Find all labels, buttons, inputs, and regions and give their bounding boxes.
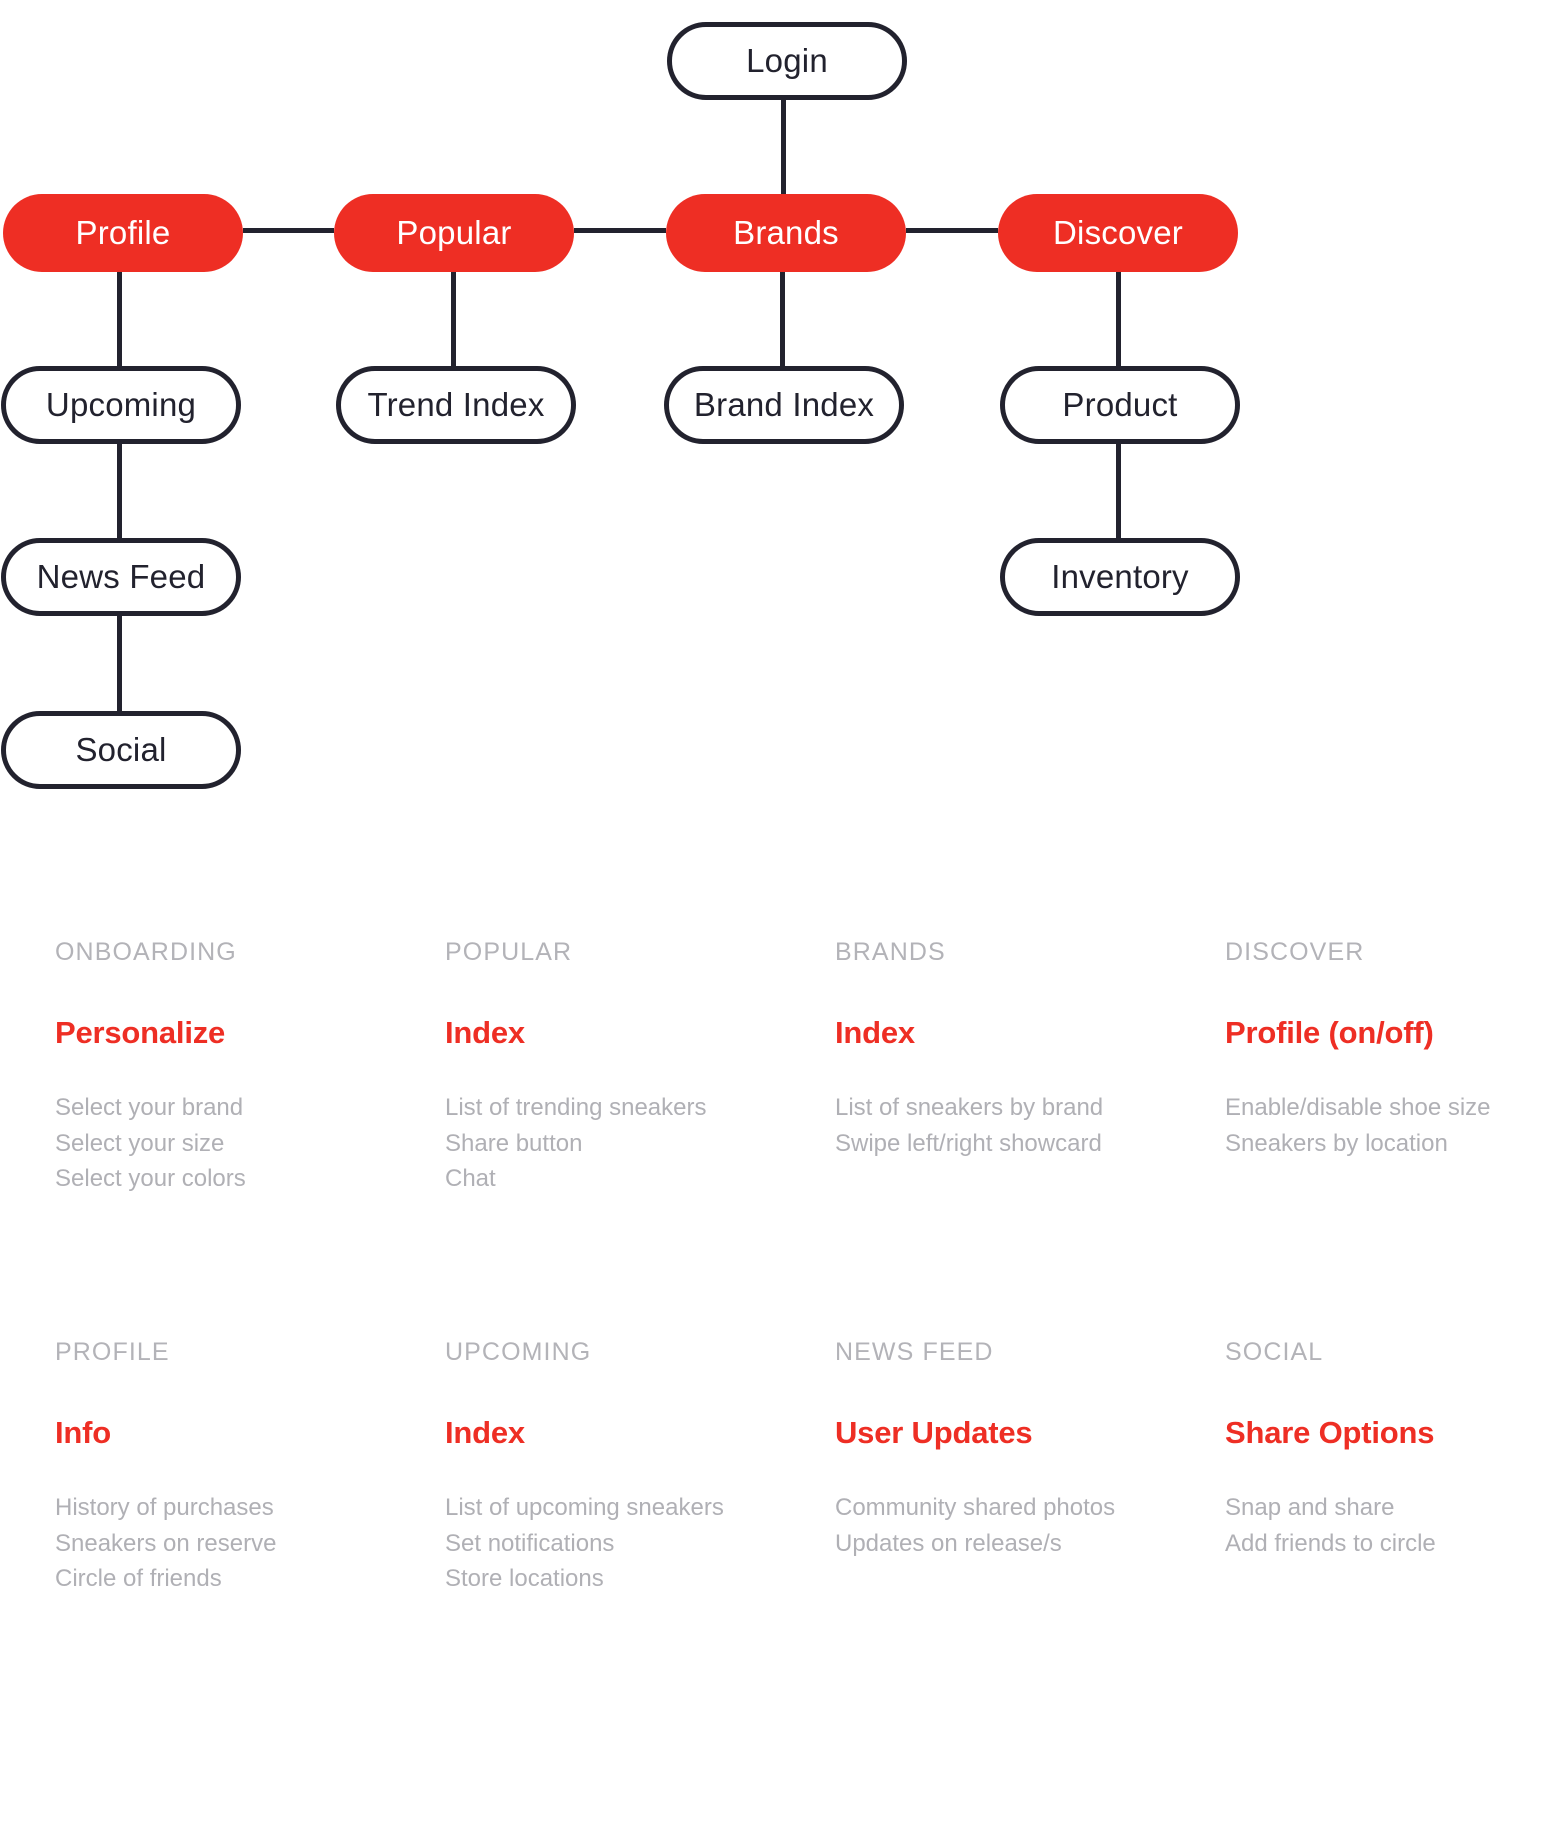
connector-discover-to-product [1116, 272, 1121, 366]
sitemap-node-label: Brand Index [693, 386, 875, 423]
sitemap-node-label: Brands [733, 214, 839, 251]
spec-item: Select your colors [55, 1165, 246, 1192]
spec-sections-grid: ONBOARDING Personalize Select your brand Se… [0, 940, 1560, 1830]
sitemap-node-label: Discover [1053, 214, 1183, 251]
connector-profile-to-popular [243, 228, 334, 233]
sitemap-node-label: Login [746, 42, 828, 79]
spec-kicker: PROFILE [55, 1338, 170, 1366]
spec-item: List of trending sneakers [445, 1094, 707, 1121]
sitemap-node-upcoming[interactable]: Upcoming [1, 366, 241, 444]
sitemap-node-inventory[interactable]: Inventory [1000, 538, 1240, 616]
connector-profile-to-upcoming [117, 272, 122, 366]
sitemap-node-label: Social [75, 731, 167, 768]
spec-kicker: NEWS FEED [835, 1338, 994, 1366]
spec-item: Set notifications [445, 1529, 615, 1557]
spec-title: Share Options [1225, 1415, 1435, 1450]
connector-brands-to-brandindex [780, 272, 785, 366]
spec-item: Add friends to circle [1225, 1529, 1436, 1557]
connector-popular-to-brands [574, 228, 666, 233]
spec-section-upcoming: UPCOMING Index List of upcoming sneakers Se… [390, 1340, 780, 1597]
spec-item: Share button [445, 1129, 583, 1157]
spec-item: Select your size [55, 1129, 225, 1157]
spec-item-list: Snap and share Add friends to circle [1225, 1490, 1560, 1561]
spec-item: Store locations [445, 1565, 604, 1592]
connector-brands-to-discover [906, 228, 998, 233]
spec-item-list: List of upcoming sneakers Set notificatio… [445, 1490, 780, 1597]
sitemap-node-brand-index[interactable]: Brand Index [664, 366, 904, 444]
spec-title: Index [835, 1015, 915, 1050]
spec-section-social: SOCIAL Share Options Snap and share Add fri… [1170, 1340, 1560, 1597]
sitemap-node-profile[interactable]: Profile [3, 194, 243, 272]
sitemap-node-label: Inventory [1051, 558, 1189, 595]
spec-kicker: BRANDS [835, 938, 946, 966]
spec-item-list: List of sneakers by brand Swipe left/righ… [835, 1090, 1170, 1161]
sitemap-node-label: Upcoming [45, 386, 197, 423]
spec-section-news-feed: NEWS FEED User Updates Community shared ph… [780, 1340, 1170, 1597]
spec-kicker: UPCOMING [445, 1338, 592, 1366]
spec-item: Sneakers on reserve [55, 1529, 277, 1557]
sitemap-node-trend-index[interactable]: Trend Index [336, 366, 576, 444]
connector-newsfeed-to-social [117, 616, 122, 711]
sitemap-node-label: Trend Index [367, 386, 545, 423]
sitemap-node-product[interactable]: Product [1000, 366, 1240, 444]
spec-row-top: ONBOARDING Personalize Select your brand Se… [0, 940, 1560, 1197]
spec-kicker: DISCOVER [1225, 938, 1365, 966]
spec-item: Sneakers by location [1225, 1129, 1448, 1157]
spec-row-bottom: PROFILE Info History of purchases Sneakers … [0, 1340, 1560, 1597]
connector-login-to-brands [781, 100, 786, 194]
sitemap-node-label: Product [1062, 386, 1178, 423]
sitemap-node-label: Popular [396, 214, 512, 251]
spec-title: Personalize [55, 1015, 226, 1050]
spec-section-discover: DISCOVER Profile (on/off) Enable/disable s… [1170, 940, 1560, 1197]
spec-item: Circle of friends [55, 1565, 222, 1592]
spec-kicker: SOCIAL [1225, 1338, 1324, 1366]
spec-item: Community shared photos [835, 1494, 1116, 1521]
spec-item: Chat [445, 1165, 496, 1192]
connector-upcoming-to-newsfeed [117, 444, 122, 538]
spec-title: Profile (on/off) [1225, 1015, 1434, 1050]
spec-title: Info [55, 1415, 112, 1450]
spec-item: Swipe left/right showcard [835, 1129, 1102, 1157]
spec-section-brands: BRANDS Index List of sneakers by brand Swip… [780, 940, 1170, 1197]
spec-item-list: List of trending sneakers Share button Cha… [445, 1090, 780, 1197]
sitemap-node-label: Profile [75, 214, 171, 251]
spec-item: History of purchases [55, 1494, 274, 1521]
spec-item: List of sneakers by brand [835, 1094, 1104, 1121]
spec-item-list: History of purchases Sneakers on reserve C… [55, 1490, 390, 1597]
connector-product-to-inventory [1116, 444, 1121, 538]
sitemap-node-label: News Feed [36, 558, 206, 595]
spec-section-profile: PROFILE Info History of purchases Sneakers … [0, 1340, 390, 1597]
sitemap-diagram: Login Profile Popular Brands Discover Upcomin… [0, 0, 1560, 940]
spec-kicker: ONBOARDING [55, 938, 237, 966]
spec-title: Index [445, 1015, 525, 1050]
sitemap-node-discover[interactable]: Discover [998, 194, 1238, 272]
spec-title: Index [445, 1415, 525, 1450]
spec-item: List of upcoming sneakers [445, 1494, 724, 1521]
spec-item: Enable/disable shoe size [1225, 1094, 1491, 1121]
spec-item: Select your brand [55, 1094, 244, 1121]
spec-section-popular: POPULAR Index List of trending sneakers Sha… [390, 940, 780, 1197]
sitemap-node-login[interactable]: Login [667, 22, 907, 100]
spec-item-list: Enable/disable shoe size Sneakers by loca… [1225, 1090, 1560, 1161]
spec-item: Updates on release/s [835, 1529, 1062, 1557]
sitemap-node-social[interactable]: Social [1, 711, 241, 789]
spec-section-onboarding: ONBOARDING Personalize Select your brand Se… [0, 940, 390, 1197]
sitemap-node-news-feed[interactable]: News Feed [1, 538, 241, 616]
sitemap-node-popular[interactable]: Popular [334, 194, 574, 272]
spec-item-list: Community shared photos Updates on releas… [835, 1490, 1170, 1561]
spec-kicker: POPULAR [445, 938, 573, 966]
sitemap-node-brands[interactable]: Brands [666, 194, 906, 272]
connector-popular-to-trendindex [451, 272, 456, 366]
spec-item-list: Select your brand Select your size Select … [55, 1090, 390, 1197]
spec-title: User Updates [835, 1415, 1033, 1450]
spec-item: Snap and share [1225, 1494, 1395, 1521]
